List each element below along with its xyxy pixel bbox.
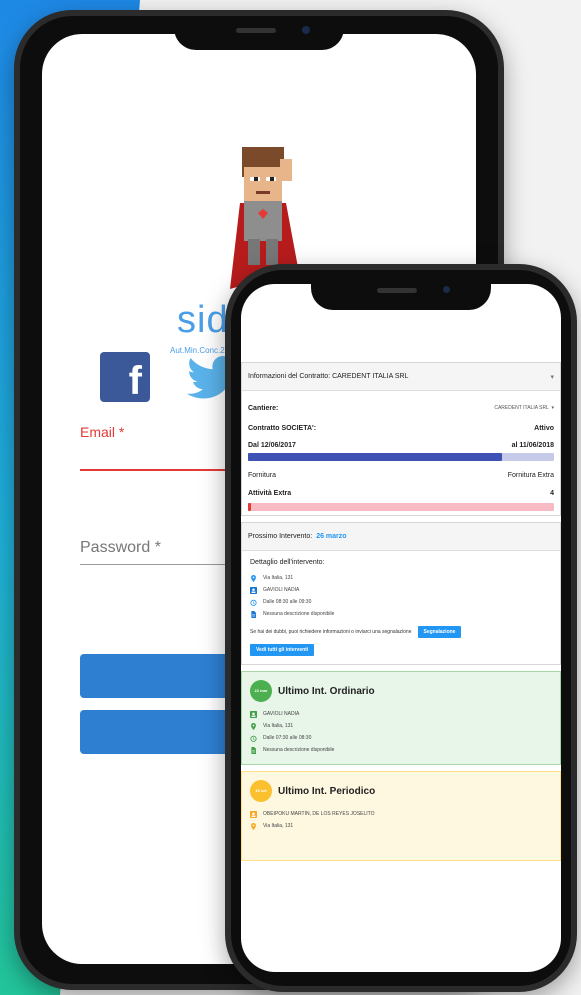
brand-subtitle: Aut.Min.Conc.2 <box>170 346 225 355</box>
contract-progress-bar <box>248 453 554 461</box>
ordinario-card: 22 mar Ultimo Int. Ordinario GAVIOLI NAD… <box>241 671 561 765</box>
date-to: al 11/06/2018 <box>511 441 554 449</box>
person-icon <box>250 586 257 594</box>
cantiere-label: Cantiere: <box>248 404 279 412</box>
periodico-card: 15 set Ultimo Int. Periodico OBEIPOKU MA… <box>241 771 561 861</box>
periodico-title: Ultimo Int. Periodico <box>278 785 376 797</box>
extra-progress-fill <box>248 503 251 511</box>
facebook-icon[interactable]: f <box>100 352 150 403</box>
next-intervention-card: Prossimo Intervento: 26 marzo Dettaglio … <box>241 522 561 665</box>
extra-count: 4 <box>550 489 554 497</box>
periodico-address: Via Italia, 131 <box>263 823 294 829</box>
list-item: Nessuna descrizione disponibile <box>250 744 552 756</box>
extra-label: Attività Extra <box>248 489 292 497</box>
next-person: GAVIOLI NADIA <box>263 587 300 593</box>
next-address: Via Italia, 131 <box>263 575 294 581</box>
list-item: GAVIOLI NADIA <box>250 708 552 720</box>
next-date: 26 marzo <box>316 533 347 540</box>
list-item: Dalle 08:30 alle 09:30 <box>250 596 552 608</box>
contract-progress-fill <box>248 453 502 461</box>
contract-card: Informazioni del Contratto: CAREDENT ITA… <box>241 362 561 516</box>
help-text: Se hai dei dubbi, puoi richiedere inform… <box>250 629 412 635</box>
alarm-clock-icon <box>250 599 257 606</box>
map-pin-icon <box>251 722 256 730</box>
contract-header-company: CAREDENT ITALIA SRL <box>332 373 409 380</box>
list-item: GAVIOLI NADIA <box>250 584 552 596</box>
ordinario-time: Dalle 07:30 alle 08:30 <box>263 735 312 741</box>
periodico-person: OBEIPOKU MARTIN, DE LOS REYES JOSELITO <box>263 811 375 817</box>
password-label: Password * <box>80 539 161 556</box>
contratto-status: Attivo <box>534 424 554 432</box>
contratto-label: Contratto SOCIETA': <box>248 424 317 432</box>
all-interventions-button[interactable]: Vedi tutti gli interventi <box>250 644 315 656</box>
ordinario-title: Ultimo Int. Ordinario <box>278 685 375 697</box>
extra-progress-bar <box>248 503 554 511</box>
chevron-down-icon[interactable]: ▾ <box>550 373 554 381</box>
periodico-badge: 15 set <box>250 780 272 802</box>
ordinario-description: Nessuna descrizione disponibile <box>263 747 335 753</box>
contract-header-label: Informazioni del Contratto: <box>248 373 331 380</box>
date-from: Dal 12/06/2017 <box>248 441 296 449</box>
ordinario-address: Via Italia, 131 <box>263 723 294 729</box>
email-label: Email * <box>80 424 125 440</box>
next-description: Nessuna descrizione disponibile <box>263 611 335 617</box>
list-item: Dalle 07:30 alle 08:30 <box>250 732 552 744</box>
next-label: Prossimo Intervento: <box>248 533 313 540</box>
person-icon <box>250 710 257 718</box>
list-item: OBEIPOKU MARTIN, DE LOS REYES JOSELITO <box>250 808 552 820</box>
report-button[interactable]: Segnalazione <box>417 626 462 638</box>
next-time: Dalle 08:30 alle 09:30 <box>263 599 312 605</box>
document-icon <box>251 746 256 754</box>
list-item: Via Italia, 131 <box>250 820 552 832</box>
list-item: Via Italia, 131 <box>250 572 552 584</box>
cantiere-select[interactable]: CAREDENT ITALIA SRL ▾ <box>494 405 554 411</box>
cantiere-value: CAREDENT ITALIA SRL <box>494 405 549 411</box>
front-phone: Informazioni del Contratto: CAREDENT ITA… <box>225 264 577 992</box>
map-pin-icon <box>251 574 256 582</box>
fornitura-label: Fornitura <box>248 471 277 479</box>
fornitura-extra-label: Fornitura Extra <box>507 471 554 479</box>
detail-title: Dettaglio dell'intervento: <box>250 559 325 566</box>
list-item: Via Italia, 131 <box>250 720 552 732</box>
map-pin-icon <box>251 822 256 830</box>
dashboard-screen: Informazioni del Contratto: CAREDENT ITA… <box>241 284 561 972</box>
document-icon <box>251 610 256 618</box>
ordinario-person: GAVIOLI NADIA <box>263 711 300 717</box>
contract-header[interactable]: Informazioni del Contratto: CAREDENT ITA… <box>242 363 560 391</box>
alarm-clock-icon <box>250 735 257 742</box>
ordinario-badge: 22 mar <box>250 680 272 702</box>
list-item: Nessuna descrizione disponibile <box>250 608 552 620</box>
person-icon <box>250 810 257 818</box>
